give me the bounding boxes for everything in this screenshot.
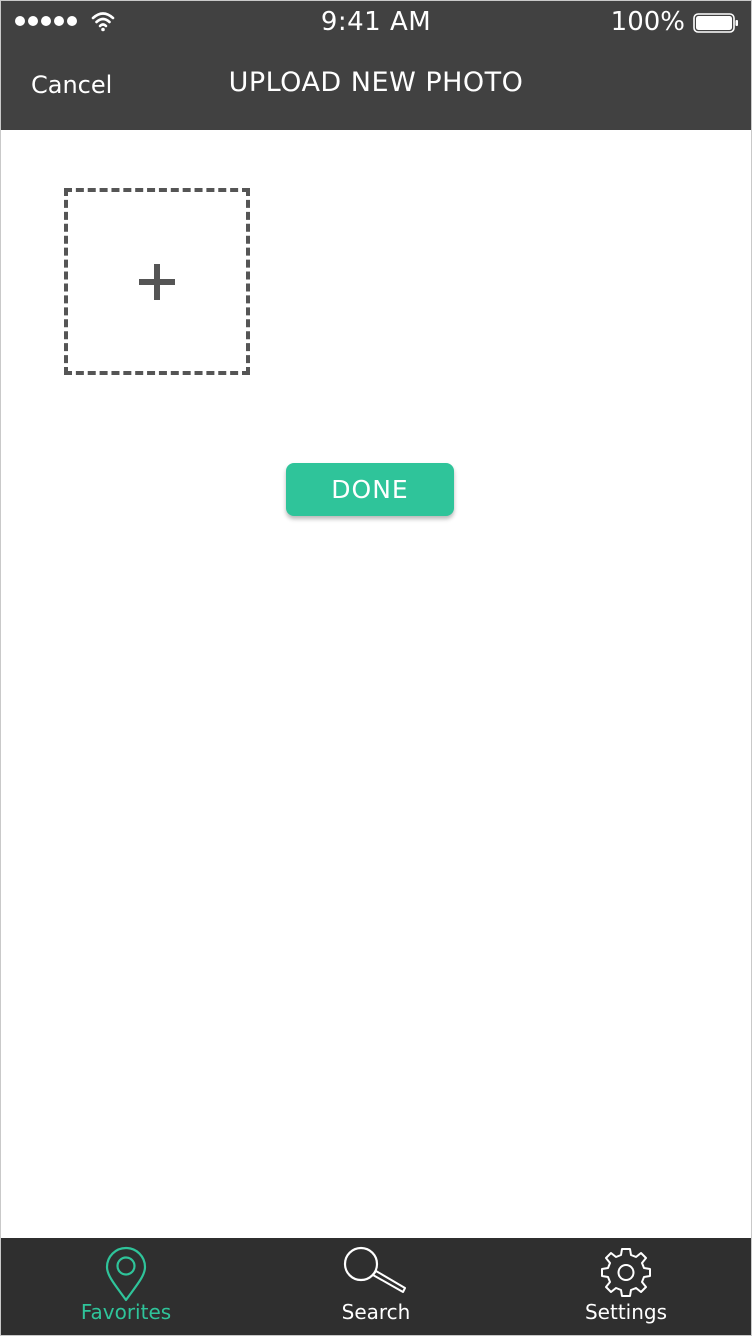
- battery-icon: [693, 13, 738, 33]
- tab-favorites[interactable]: Favorites: [1, 1238, 251, 1335]
- plus-icon-wrap: [68, 192, 246, 371]
- tab-label: Settings: [584, 1300, 668, 1324]
- top-bar: 9:41 AM 100% Cancel UPLOAD NEW PHOTO: [1, 1, 751, 130]
- tab-label: Favorites: [80, 1300, 172, 1324]
- nav-header: Cancel UPLOAD NEW PHOTO: [1, 45, 751, 130]
- app-screen: 9:41 AM 100% Cancel UPLOAD NEW PHOTO DON…: [0, 0, 752, 1336]
- map-pin-icon: [105, 1246, 147, 1302]
- plus-icon: [139, 263, 175, 300]
- tab-bar: Favorites Search Settings: [1, 1238, 751, 1335]
- battery-percentage: 100%: [610, 7, 685, 37]
- tab-settings[interactable]: Settings: [501, 1238, 751, 1335]
- status-bar: 9:41 AM 100%: [1, 1, 751, 45]
- tab-search[interactable]: Search: [251, 1238, 501, 1335]
- add-photo-placeholder[interactable]: [64, 188, 250, 375]
- page-title: UPLOAD NEW PHOTO: [228, 67, 524, 98]
- tab-label: Search: [341, 1300, 411, 1324]
- done-button[interactable]: DONE: [286, 463, 454, 516]
- magnifier-icon: [343, 1246, 406, 1293]
- gear-icon: [601, 1248, 651, 1297]
